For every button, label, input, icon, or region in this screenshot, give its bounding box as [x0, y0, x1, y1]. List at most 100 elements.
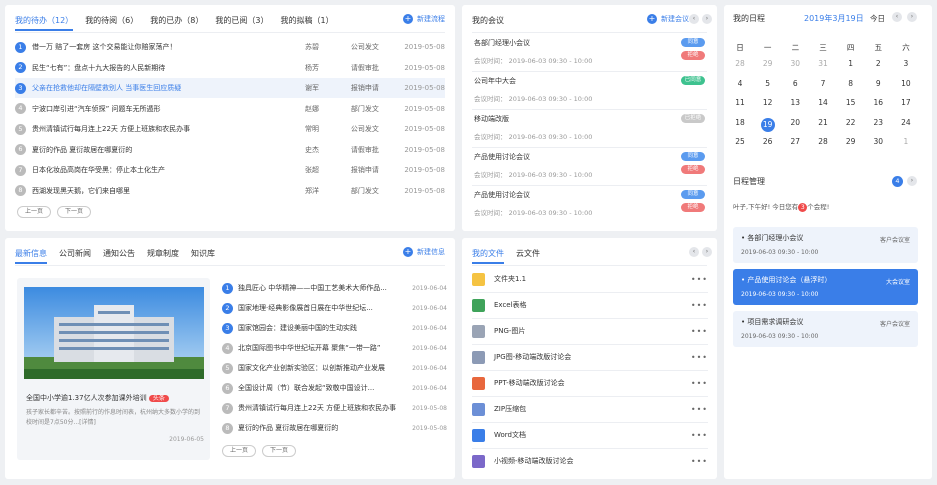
calendar-day[interactable]: 19 — [760, 117, 775, 132]
meeting-reject-badge[interactable]: 拒绝 — [681, 165, 705, 174]
calendar-day[interactable]: 22 — [844, 118, 858, 132]
calendar-day[interactable]: 13 — [788, 98, 802, 107]
tab-company-news[interactable]: 公司新闻 — [59, 248, 91, 264]
calendar-day[interactable]: 30 — [871, 137, 885, 146]
todo-row[interactable]: 5 贵州清镇试行每月连上22天 方便上班族和农民办事 常明 公司发文 2019-… — [15, 119, 445, 139]
tab-my-read[interactable]: 我的已阅（3） — [215, 15, 268, 31]
more-icon[interactable]: ••• — [691, 379, 708, 388]
tab-cloud-files[interactable]: 云文件 — [516, 248, 540, 264]
meeting-item[interactable]: 产品使用讨论会议 会议时间： 2019-06-03 09:30 - 10:00 同… — [474, 190, 705, 222]
calendar-day[interactable]: 10 — [899, 79, 913, 88]
calendar-day[interactable]: 17 — [899, 98, 913, 107]
new-meeting-button[interactable]: + 新建会议 — [647, 14, 689, 24]
more-icon[interactable]: ••• — [691, 353, 708, 362]
file-row[interactable]: JPG图-移动端改版讨论会 ••• — [472, 346, 708, 368]
meeting-item[interactable]: 移动端改版 会议时间： 2019-06-03 09:30 - 10:00 已拒绝 — [474, 114, 705, 146]
meeting-item[interactable]: 产品使用讨论会议 会议时间： 2019-06-03 09:30 - 10:00 同… — [474, 152, 705, 184]
tab-notices[interactable]: 通知公告 — [103, 248, 135, 264]
more-icon[interactable]: ••• — [691, 405, 708, 414]
more-icon[interactable]: ••• — [691, 275, 708, 284]
calendar-day[interactable]: 26 — [761, 137, 775, 146]
file-row[interactable]: Excel表格 ••• — [472, 294, 708, 316]
chevron-left-icon[interactable]: ‹ — [689, 247, 699, 257]
todo-row[interactable]: 3 父亲在抢救他却在隔壁救别人 当事医生回应质疑 谢军 报销申请 2019-05… — [15, 78, 445, 98]
calendar-day[interactable]: 5 — [761, 79, 775, 88]
meeting-status-badge[interactable]: 同意 — [681, 152, 705, 161]
tab-knowledge[interactable]: 知识库 — [191, 248, 215, 264]
tab-regulations[interactable]: 规章制度 — [147, 248, 179, 264]
today-button[interactable]: 今日 — [870, 13, 885, 24]
new-info-button[interactable]: + 新建信息 — [403, 247, 445, 257]
todo-row[interactable]: 1 借一万 赔了一套房 这个交易能让你赔家荡产！ 苏碧 公司发文 2019-05… — [15, 37, 445, 57]
tab-my-to-read[interactable]: 我的待阅（6） — [85, 15, 138, 31]
meeting-item[interactable]: 各部门经理小会议 会议时间： 2019-06-03 09:30 - 10:00 同… — [474, 38, 705, 70]
todo-row[interactable]: 7 日本化妆品高岗在华受黑：停止本土化生产 张超 报销申请 2019-05-08 — [15, 160, 445, 180]
more-icon[interactable]: ••• — [691, 327, 708, 336]
prev-page-button[interactable]: 上一页 — [17, 206, 51, 218]
news-row[interactable]: 3 国家馆园会：建设美丽中国的生动实践 2019-06-04 — [222, 318, 447, 338]
calendar-day[interactable]: 9 — [871, 79, 885, 88]
more-icon[interactable]: ••• — [691, 301, 708, 310]
calendar-day[interactable]: 29 — [761, 59, 775, 68]
calendar-day[interactable]: 16 — [871, 98, 885, 107]
next-page-button[interactable]: 下一页 — [262, 445, 296, 457]
meeting-status-badge[interactable]: 已同意 — [681, 76, 705, 85]
prev-page-button[interactable]: 上一页 — [222, 445, 256, 457]
schedule-item[interactable]: • 项目需求调研会议 2019-06-03 09:30 - 10:00 客户会议… — [733, 311, 918, 347]
calendar-day[interactable]: 27 — [788, 137, 802, 146]
tab-my-draft[interactable]: 我的拟稿（1） — [280, 15, 333, 31]
schedule-item[interactable]: • 各部门经理小会议 2019-06-03 09:30 - 10:00 客户会议… — [733, 227, 918, 263]
calendar-day[interactable]: 1 — [844, 59, 858, 68]
todo-row[interactable]: 4 宁波口岸引进“汽车侦探” 问题车无所遁形 赵娜 部门发文 2019-05-0… — [15, 99, 445, 119]
schedule-item[interactable]: • 产品使用讨论会（悬浮时） 2019-06-03 09:30 - 10:00 … — [733, 269, 918, 305]
more-icon[interactable]: ••• — [691, 457, 708, 466]
chevron-right-icon[interactable]: › — [702, 247, 712, 257]
tab-my-todo[interactable]: 我的待办（12） — [15, 15, 74, 31]
calendar-day[interactable]: 30 — [788, 59, 802, 68]
tab-my-files[interactable]: 我的文件 — [472, 248, 504, 264]
tab-my-done[interactable]: 我的已办（8） — [150, 15, 203, 31]
calendar-day[interactable]: 18 — [733, 118, 747, 132]
news-row[interactable]: 2 国家地理·经典影像展首日展在中华世纪坛... 2019-06-04 — [222, 298, 447, 318]
calendar-day[interactable]: 21 — [816, 118, 830, 132]
calendar-day[interactable]: 2 — [871, 59, 885, 68]
calendar-day[interactable]: 3 — [899, 59, 913, 68]
news-row[interactable]: 7 贵州清镇试行每月连上22天 方便上班族和农民办事 2019-05-08 — [222, 398, 447, 418]
todo-row[interactable]: 6 夏衍的作品 夏衍故居在哪夏衍的 史杰 请假审批 2019-05-08 — [15, 140, 445, 160]
calendar-day[interactable]: 25 — [733, 137, 747, 146]
calendar-day[interactable]: 24 — [899, 118, 913, 132]
featured-news[interactable]: 全国中小学逾1.37亿人次参加课外培训 头条 孩子家长都辛苦。按照前行的作息时间… — [17, 278, 210, 460]
chevron-left-icon[interactable]: ‹ — [689, 14, 699, 24]
calendar-day[interactable]: 15 — [844, 98, 858, 107]
todo-row[interactable]: 8 西湖发现黑天鹅，它们来自哪里 郑洋 部门发文 2019-05-08 — [15, 181, 445, 201]
calendar-day[interactable]: 29 — [844, 137, 858, 146]
meeting-status-badge[interactable]: 同意 — [681, 38, 705, 47]
meeting-item[interactable]: 公司年中大会 会议时间： 2019-06-03 09:30 - 10:00 已同意 — [474, 76, 705, 108]
file-row[interactable]: Word文档 ••• — [472, 424, 708, 446]
calendar-day[interactable]: 7 — [816, 79, 830, 88]
news-row[interactable]: 1 独具匠心 中华精神——中国工艺美术大师作品... 2019-06-04 — [222, 278, 447, 298]
meeting-status-badge[interactable]: 同意 — [681, 190, 705, 199]
calendar-day[interactable]: 11 — [733, 98, 747, 107]
calendar-day[interactable]: 8 — [844, 79, 858, 88]
new-process-button[interactable]: + 新建流程 — [403, 14, 445, 24]
calendar-day[interactable]: 31 — [816, 59, 830, 68]
file-row[interactable]: ZIP压缩包 ••• — [472, 398, 708, 420]
meeting-status-badge[interactable]: 已拒绝 — [681, 114, 705, 123]
file-row[interactable]: 小视频-移动端改版讨论会 ••• — [472, 450, 708, 472]
chevron-right-icon[interactable]: › — [907, 12, 917, 22]
calendar-day[interactable]: 6 — [788, 79, 802, 88]
file-row[interactable]: 文件夹1.1 ••• — [472, 268, 708, 290]
calendar-day[interactable]: 20 — [788, 118, 802, 132]
meeting-reject-badge[interactable]: 拒绝 — [681, 51, 705, 60]
calendar-day[interactable]: 14 — [816, 98, 830, 107]
calendar-day[interactable]: 28 — [733, 59, 747, 68]
calendar-day[interactable]: 4 — [733, 79, 747, 88]
chevron-left-icon[interactable]: ‹ — [892, 12, 902, 22]
tab-latest[interactable]: 最新信息 — [15, 248, 47, 264]
next-page-button[interactable]: 下一页 — [57, 206, 91, 218]
news-row[interactable]: 4 北京国际图书中华世纪坛开幕 聚焦“一带一路” 2019-06-04 — [222, 338, 447, 358]
more-icon[interactable]: ••• — [691, 431, 708, 440]
news-row[interactable]: 5 国家文化产业创新实验区：以创新推动产业发展 2019-06-04 — [222, 358, 447, 378]
calendar-day[interactable]: 12 — [761, 98, 775, 107]
